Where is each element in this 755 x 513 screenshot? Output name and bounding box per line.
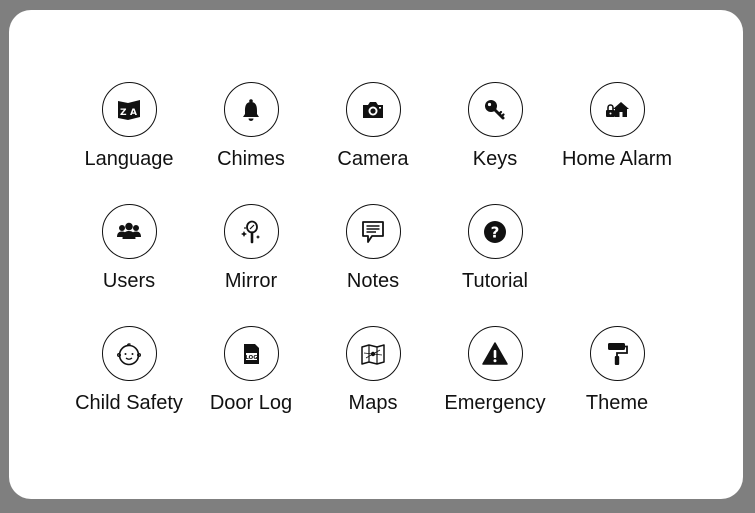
- tile-label: Maps: [348, 392, 398, 414]
- baby-icon: [101, 326, 157, 381]
- tile-mirror[interactable]: Mirror: [190, 204, 312, 314]
- tile-users[interactable]: Users: [68, 204, 190, 314]
- users-icon: [101, 204, 157, 259]
- bell-icon: [223, 82, 279, 137]
- tile-label: Mirror: [224, 270, 278, 292]
- tile-label: Camera: [337, 148, 409, 170]
- tile-label: Keys: [472, 148, 518, 170]
- tile-maps[interactable]: Maps: [312, 326, 434, 436]
- svg-text:A: A: [130, 108, 137, 118]
- tile-chimes[interactable]: Chimes: [190, 82, 312, 192]
- tile-child-safety[interactable]: Child Safety: [68, 326, 190, 436]
- tile-label: Language: [84, 148, 174, 170]
- tile-label: Theme: [585, 392, 649, 414]
- svg-text:Z: Z: [120, 108, 127, 118]
- log-file-icon: LOG: [223, 326, 279, 381]
- tile-home-alarm[interactable]: Home Alarm: [556, 82, 678, 192]
- tile-door-log[interactable]: LOG Door Log: [190, 326, 312, 436]
- warning-icon: [467, 326, 523, 381]
- settings-panel: Z A Language Chimes Camera Keys Home Ala…: [9, 10, 743, 499]
- tile-keys[interactable]: Keys: [434, 82, 556, 192]
- tile-emergency[interactable]: Emergency: [434, 326, 556, 436]
- tile-label: Users: [102, 270, 156, 292]
- paint-roller-icon: [589, 326, 645, 381]
- tile-label: Home Alarm: [561, 148, 673, 170]
- tile-label: Child Safety: [75, 392, 183, 414]
- tile-label: Emergency: [444, 392, 546, 414]
- note-icon: [345, 204, 401, 259]
- tile-label: Notes: [346, 270, 400, 292]
- key-icon: [467, 82, 523, 137]
- language-icon: Z A: [101, 82, 157, 137]
- log-label: LOG: [245, 354, 258, 360]
- home-lock-icon: [589, 82, 645, 137]
- magic-mirror-icon: [223, 204, 279, 259]
- question-icon: ?: [467, 204, 523, 259]
- tile-camera[interactable]: Camera: [312, 82, 434, 192]
- tile-theme[interactable]: Theme: [556, 326, 678, 436]
- map-icon: [345, 326, 401, 381]
- svg-text:?: ?: [491, 223, 500, 241]
- tile-label: Tutorial: [462, 270, 528, 292]
- camera-icon: [345, 82, 401, 137]
- tile-language[interactable]: Z A Language: [68, 82, 190, 192]
- tile-notes[interactable]: Notes: [312, 204, 434, 314]
- tile-label: Door Log: [209, 392, 293, 414]
- tile-label: Chimes: [217, 148, 285, 170]
- tile-tutorial[interactable]: ? Tutorial: [434, 204, 556, 314]
